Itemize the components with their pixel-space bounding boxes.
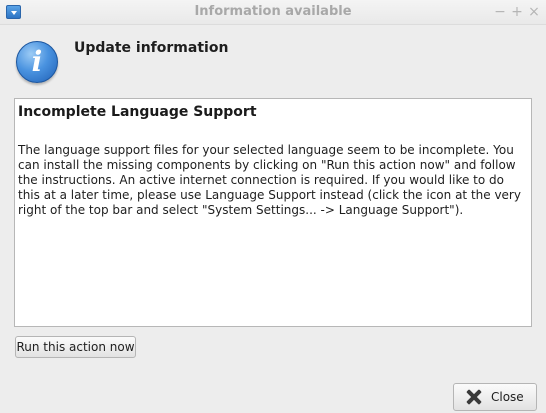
close-icon <box>466 389 482 405</box>
header-title: Update information <box>74 40 229 56</box>
dialog-window: Information available − + × i Update inf… <box>0 0 546 413</box>
message-body: The language support files for your sele… <box>18 143 521 217</box>
message-title: Incomplete Language Support <box>18 104 257 120</box>
window-close-button[interactable]: × <box>526 3 542 21</box>
title-bar[interactable]: Information available − + × <box>0 0 546 25</box>
message-box: Incomplete Language Support The language… <box>14 98 532 327</box>
info-icon: i <box>16 41 58 83</box>
maximize-button[interactable]: + <box>509 3 525 21</box>
window-title: Information available <box>194 4 352 19</box>
minimize-button[interactable]: − <box>492 3 508 21</box>
close-button-label: Close <box>491 390 524 404</box>
run-action-button[interactable]: Run this action now <box>15 336 136 358</box>
close-button[interactable]: Close <box>453 383 537 411</box>
